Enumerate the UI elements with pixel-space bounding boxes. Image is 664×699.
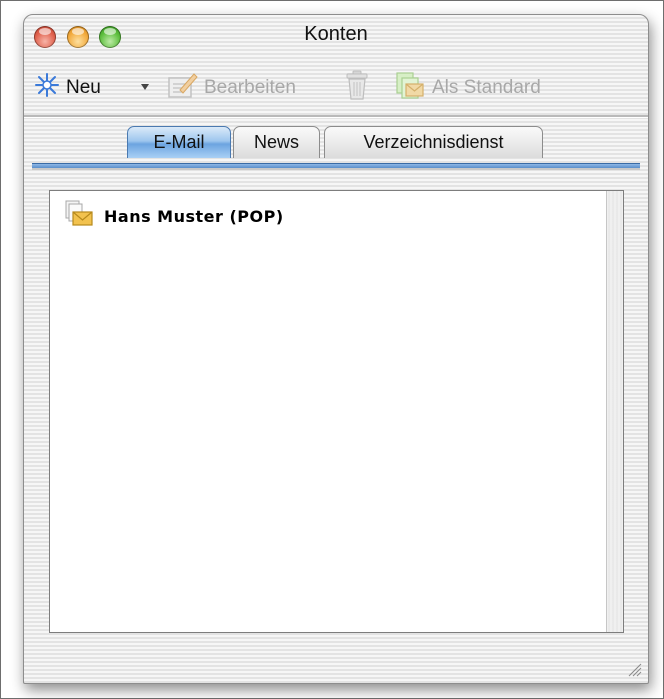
accounts-window: Konten Neu Bearbeiten Als Standard E-Mai… [23, 14, 649, 684]
accounts-list[interactable]: Hans Muster (POP) [49, 190, 624, 633]
new-dropdown-arrow[interactable] [141, 84, 149, 90]
list-scrollbar[interactable] [606, 191, 623, 632]
tab-news-label: News [253, 132, 299, 152]
tab-news[interactable]: News [233, 126, 320, 158]
delete-button[interactable] [344, 70, 376, 103]
mail-default-icon [394, 70, 426, 106]
toolbar-separator [24, 115, 648, 118]
trash-icon [344, 69, 370, 107]
window-title: Konten [304, 23, 368, 45]
account-name: Hans Muster (POP) [104, 206, 284, 226]
mail-account-icon [64, 200, 94, 232]
set-default-label: Als Standard [432, 77, 541, 98]
new-button-label: Neu [66, 77, 101, 98]
edit-button-label: Bearbeiten [204, 77, 296, 98]
tab-directory[interactable]: Verzeichnisdienst [324, 126, 543, 158]
edit-icon [166, 70, 198, 106]
edit-button[interactable]: Bearbeiten [166, 73, 296, 103]
star-icon [34, 72, 60, 104]
toolbar: Neu Bearbeiten Als Standard [24, 65, 648, 111]
tab-directory-label: Verzeichnisdienst [363, 132, 504, 152]
set-default-button[interactable]: Als Standard [394, 70, 541, 106]
tab-email-label: E-Mail [153, 132, 205, 152]
tab-shadow-line [32, 168, 640, 170]
tab-email[interactable]: E-Mail [127, 126, 231, 158]
resize-grip-icon[interactable] [626, 661, 642, 677]
new-account-button[interactable]: Neu [34, 73, 101, 103]
list-item[interactable]: Hans Muster (POP) [64, 200, 284, 232]
tab-bar: E-Mail News Verzeichnisdienst [24, 121, 648, 170]
title-bar[interactable]: Konten [24, 15, 648, 59]
screenshot-frame: Konten Neu Bearbeiten Als Standard E-Mai… [0, 0, 664, 699]
